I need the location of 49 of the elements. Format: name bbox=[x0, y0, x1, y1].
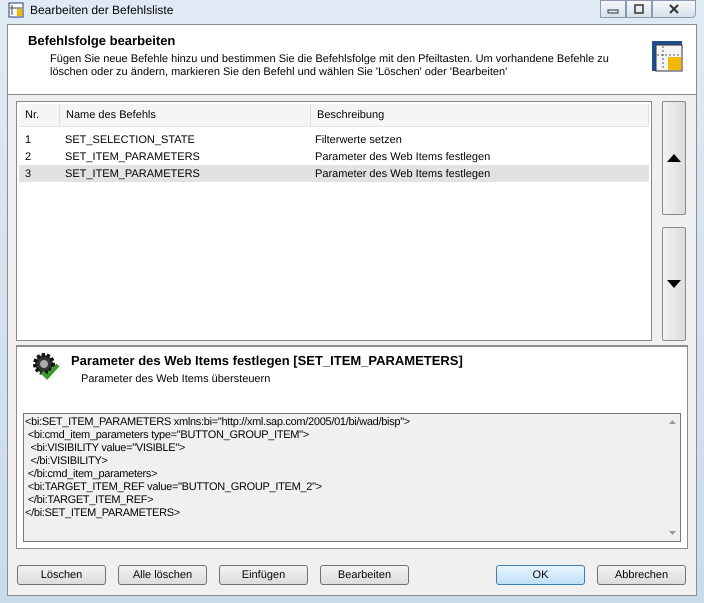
table-cell-text: SET_SELECTION_STATE bbox=[64, 134, 196, 146]
up-triangle-icon bbox=[667, 154, 681, 162]
dialog-button[interactable]: Alle löschen bbox=[118, 565, 207, 585]
table-cell-text: 1 bbox=[24, 134, 32, 146]
xml-text-area[interactable] bbox=[23, 413, 681, 542]
maximize-icon bbox=[633, 4, 645, 14]
table-row[interactable]: 2 SET_ITEM_PARAMETERS Parameter des Web Items festlegen bbox=[19, 148, 649, 165]
xml-line: <bi:TARGET_ITEM_REF value="BUTTON_GROUP_ITEM_2"> bbox=[26, 481, 323, 494]
xml-line: <bi:cmd_item_parameters type="BUTTON_GROUP_ITEM"> bbox=[26, 429, 310, 442]
table-cell-text: 2 bbox=[24, 150, 32, 162]
dialog-button[interactable]: Bearbeiten bbox=[320, 565, 409, 585]
table-row[interactable]: 1 SET_SELECTION_STATE Filterwerte setzen bbox=[19, 131, 649, 148]
window-title: Bearbeiten der Befehlsliste bbox=[30, 3, 174, 17]
close-button[interactable] bbox=[652, 0, 696, 18]
detail-title: Parameter des Web Items festlegen [SET_ITEM_PARAMETERS] bbox=[71, 353, 463, 368]
xml-line: <bi:VISIBILITY value="VISIBLE"> bbox=[30, 442, 186, 455]
table-layout-icon bbox=[650, 39, 684, 73]
column-header[interactable]: Beschreibung bbox=[311, 104, 649, 126]
scroll-up-icon bbox=[668, 420, 676, 424]
table-cell-text: Parameter des Web Items festlegen bbox=[314, 150, 492, 162]
header-description: Fügen Sie neue Befehle hinzu und bestimmen Sie die Befehlsfolge mit den Pfeiltasten. Um vorhandene Befehle zu löschen oder zu ändern, markieren Sie den Befehl und wählen Sie 'Löschen' oder 'Bearbeiten' bbox=[50, 53, 610, 79]
table-row[interactable]: 3 SET_ITEM_PARAMETERS Parameter des Web Items festlegen bbox=[19, 165, 649, 182]
dialog-button[interactable]: OK bbox=[496, 565, 585, 585]
header-title: Befehlsfolge bearbeiten bbox=[28, 33, 176, 48]
scroll-down-icon bbox=[668, 531, 676, 535]
xml-line: </bi:cmd_item_parameters> bbox=[26, 468, 158, 481]
table-cell-text: Parameter des Web Items festlegen bbox=[314, 168, 492, 180]
xml-line: <bi:SET_ITEM_PARAMETERS xmlns:bi="http://xml.sap.com/2005/01/bi/wad/bisp"> bbox=[25, 416, 411, 429]
gear-check-icon bbox=[31, 351, 61, 381]
close-icon bbox=[667, 4, 681, 14]
move-up-button[interactable] bbox=[662, 101, 686, 215]
xml-line: </bi:SET_ITEM_PARAMETERS> bbox=[25, 507, 181, 520]
table-cell-text: 3 bbox=[24, 168, 32, 180]
move-down-button[interactable] bbox=[662, 227, 686, 341]
maximize-button[interactable] bbox=[626, 0, 652, 18]
minimize-button[interactable] bbox=[600, 0, 626, 18]
dialog-button[interactable]: Löschen bbox=[17, 565, 106, 585]
dialog-button[interactable]: Abbrechen bbox=[597, 565, 686, 585]
table-cell-text: Filterwerte setzen bbox=[314, 134, 403, 146]
xml-line: </bi:TARGET_ITEM_REF> bbox=[26, 494, 154, 507]
dialog-button[interactable]: Einfügen bbox=[219, 565, 308, 585]
table-cell-text: SET_ITEM_PARAMETERS bbox=[64, 168, 201, 180]
app-icon bbox=[8, 2, 24, 18]
column-header[interactable]: Name des Befehls bbox=[60, 104, 311, 126]
detail-subtitle: Parameter des Web Items übersteuern bbox=[81, 373, 272, 385]
table-cell-text: SET_ITEM_PARAMETERS bbox=[64, 150, 201, 162]
down-triangle-icon bbox=[667, 280, 681, 288]
column-header[interactable]: Nr. bbox=[19, 104, 60, 126]
xml-line: </bi:VISIBILITY> bbox=[30, 455, 109, 468]
